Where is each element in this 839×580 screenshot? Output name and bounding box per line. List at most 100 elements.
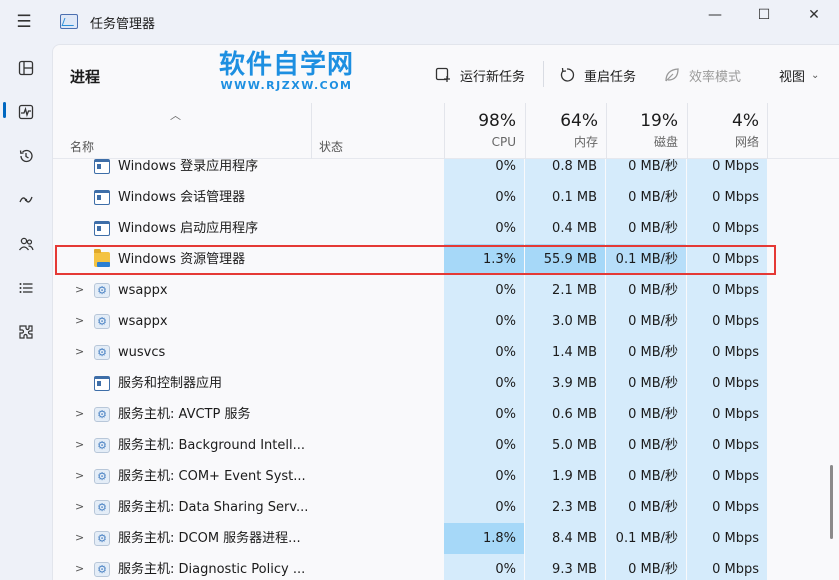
process-name: Windows 登录应用程序	[118, 159, 259, 174]
column-header-status[interactable]: 状态	[319, 138, 343, 155]
menu-icon[interactable]: ☰	[14, 12, 34, 32]
process-name: 服务主机: Diagnostic Policy ...	[118, 562, 306, 577]
restart-task-button[interactable]: 重启任务	[558, 64, 636, 86]
disk-label: 磁盘	[653, 135, 678, 149]
nav-active-indicator	[3, 102, 6, 118]
table-row[interactable]: > ⚙ 服务主机: Diagnostic Policy ... 0% 9.3 M…	[53, 554, 839, 580]
run-new-task-button[interactable]: 运行新任务	[434, 64, 525, 86]
window-app-icon	[94, 159, 110, 174]
gear-icon: ⚙	[94, 469, 110, 484]
gear-icon: ⚙	[94, 314, 110, 329]
process-name: Windows 启动应用程序	[118, 221, 259, 236]
table-row[interactable]: > ⚙ wsappx 0% 3.0 MB 0 MB/秒 0 Mbps	[53, 306, 839, 337]
chevron-right-icon[interactable]: >	[75, 284, 85, 296]
cpu-value: 0%	[444, 461, 524, 492]
view-label: 视图	[779, 69, 806, 85]
efficiency-mode-button[interactable]: 效率模式	[663, 64, 741, 86]
cpu-value: 0%	[444, 554, 524, 580]
table-row[interactable]: > ⚙ 服务主机: AVCTP 服务 0% 0.6 MB 0 MB/秒 0 Mb…	[53, 399, 839, 430]
chevron-right-icon[interactable]: >	[75, 408, 85, 420]
restart-task-label: 重启任务	[584, 69, 637, 85]
cpu-total-percent: 98%	[478, 111, 516, 131]
window-app-icon	[94, 221, 110, 236]
chevron-right-icon[interactable]: >	[75, 563, 85, 575]
cpu-value: 0%	[444, 213, 524, 244]
column-header-network[interactable]: 4% 网络	[687, 109, 759, 151]
nav-rail	[0, 44, 52, 580]
memory-value: 3.0 MB	[525, 306, 605, 337]
chevron-right-icon[interactable]: >	[75, 346, 85, 358]
table-row[interactable]: Windows 登录应用程序 0% 0.8 MB 0 MB/秒 0 Mbps	[53, 159, 839, 182]
disk-value: 0 MB/秒	[606, 492, 686, 523]
cpu-value: 0%	[444, 182, 524, 213]
network-value: 0 Mbps	[687, 275, 767, 306]
chevron-down-icon: ⌄	[811, 69, 820, 81]
startup-apps-icon[interactable]	[12, 186, 40, 214]
cpu-value: 0%	[444, 368, 524, 399]
processes-icon[interactable]	[12, 54, 40, 82]
table-row[interactable]: > ⚙ 服务主机: DCOM 服务器进程... 1.8% 8.4 MB 0.1 …	[53, 523, 839, 554]
column-header-disk[interactable]: 19% 磁盘	[606, 109, 678, 151]
table-row[interactable]: > ⚙ 服务主机: Background Intell... 0% 5.0 MB…	[53, 430, 839, 461]
column-divider[interactable]	[311, 103, 312, 159]
task-manager-app-icon	[60, 14, 78, 29]
details-icon[interactable]	[12, 274, 40, 302]
chevron-right-icon[interactable]: >	[75, 439, 85, 451]
table-row-selected[interactable]: Windows 资源管理器 1.3% 55.9 MB 0.1 MB/秒 0 Mb…	[53, 244, 839, 275]
network-value: 0 Mbps	[687, 430, 767, 461]
performance-icon[interactable]	[12, 98, 40, 126]
table-row[interactable]: 服务和控制器应用 0% 3.9 MB 0 MB/秒 0 Mbps	[53, 368, 839, 399]
network-value: 0 Mbps	[687, 182, 767, 213]
users-icon[interactable]	[12, 230, 40, 258]
maximize-button[interactable]: ☐	[749, 4, 779, 26]
table-row[interactable]: Windows 会话管理器 0% 0.1 MB 0 MB/秒 0 Mbps	[53, 182, 839, 213]
chevron-right-icon[interactable]: >	[75, 315, 85, 327]
processes-panel: 进程 软件自学网 WWW.RJZXW.COM 运行新任务 重启任务 效率模式 视…	[52, 44, 839, 580]
table-row[interactable]: > ⚙ wusvcs 0% 1.4 MB 0 MB/秒 0 Mbps	[53, 337, 839, 368]
memory-value: 0.1 MB	[525, 182, 605, 213]
toolbar: 进程 软件自学网 WWW.RJZXW.COM 运行新任务 重启任务 效率模式 视…	[53, 45, 839, 103]
network-value: 0 Mbps	[687, 399, 767, 430]
column-header-cpu[interactable]: 98% CPU	[444, 109, 516, 151]
close-button[interactable]: ✕	[799, 4, 829, 26]
minimize-button[interactable]: —	[700, 4, 730, 26]
disk-total-percent: 19%	[640, 111, 678, 131]
disk-value: 0 MB/秒	[606, 430, 686, 461]
table-row[interactable]: > ⚙ 服务主机: Data Sharing Serv... 0% 2.3 MB…	[53, 492, 839, 523]
cpu-value: 0%	[444, 399, 524, 430]
memory-label: 内存	[573, 135, 598, 149]
process-name: wusvcs	[118, 345, 166, 360]
disk-value: 0 MB/秒	[606, 368, 686, 399]
efficiency-mode-label: 效率模式	[689, 69, 742, 85]
network-total-percent: 4%	[732, 111, 759, 131]
process-list: Windows 登录应用程序 0% 0.8 MB 0 MB/秒 0 Mbps W…	[53, 159, 839, 580]
network-value: 0 Mbps	[687, 554, 767, 580]
window-app-icon	[94, 376, 110, 391]
gear-icon: ⚙	[94, 562, 110, 577]
table-row[interactable]: > ⚙ wsappx 0% 2.1 MB 0 MB/秒 0 Mbps	[53, 275, 839, 306]
column-header-memory[interactable]: 64% 内存	[525, 109, 598, 151]
gear-icon: ⚙	[94, 500, 110, 515]
view-dropdown[interactable]: 视图 ⌄	[779, 64, 819, 86]
chevron-right-icon[interactable]: >	[75, 501, 85, 513]
column-divider[interactable]	[767, 103, 768, 159]
leaf-icon	[663, 66, 681, 84]
gear-icon: ⚙	[94, 283, 110, 298]
chevron-right-icon[interactable]: >	[75, 470, 85, 482]
app-history-icon[interactable]	[12, 142, 40, 170]
table-row[interactable]: > ⚙ 服务主机: COM+ Event Syst... 0% 1.9 MB 0…	[53, 461, 839, 492]
memory-value: 3.9 MB	[525, 368, 605, 399]
services-icon[interactable]	[12, 318, 40, 346]
disk-value: 0.1 MB/秒	[606, 244, 686, 275]
disk-value: 0 MB/秒	[606, 306, 686, 337]
cpu-value: 0%	[444, 492, 524, 523]
column-header-name[interactable]: 名称	[70, 138, 94, 155]
cpu-value: 0%	[444, 275, 524, 306]
page-title: 进程	[70, 68, 101, 86]
cpu-value: 0%	[444, 430, 524, 461]
table-row[interactable]: Windows 启动应用程序 0% 0.4 MB 0 MB/秒 0 Mbps	[53, 213, 839, 244]
sort-ascending-icon[interactable]: ︿	[170, 107, 181, 123]
chevron-right-icon[interactable]: >	[75, 532, 85, 544]
memory-value: 1.4 MB	[525, 337, 605, 368]
vertical-scrollbar[interactable]	[830, 465, 833, 539]
